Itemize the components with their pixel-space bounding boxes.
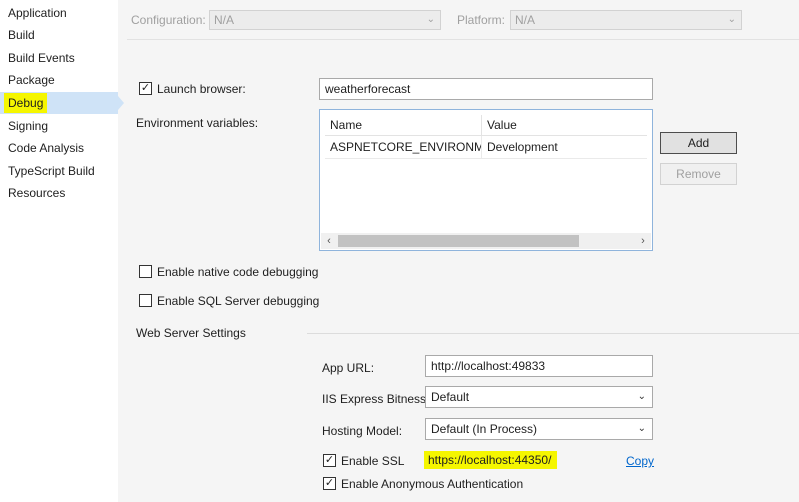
column-header-value[interactable]: Value: [482, 115, 647, 135]
chevron-down-icon: ⌄: [426, 14, 435, 25]
enable-ssl-label: Enable SSL: [341, 454, 405, 468]
ssl-url: https://localhost:44350/: [424, 451, 558, 469]
native-debugging-label: Enable native code debugging: [157, 265, 319, 279]
scroll-right-icon[interactable]: ›: [635, 233, 651, 249]
env-vars-grid[interactable]: Name Value ASPNETCORE_ENVIRONMENT Develo…: [319, 109, 653, 251]
platform-select[interactable]: N/A ⌄: [510, 10, 742, 30]
sidebar-item-application[interactable]: Application: [0, 2, 118, 24]
add-button[interactable]: Add: [660, 132, 737, 154]
native-debugging-checkbox[interactable]: [139, 265, 152, 278]
scroll-left-icon[interactable]: ‹: [321, 233, 337, 249]
sidebar-item-label: TypeScript Build: [8, 164, 95, 178]
horizontal-scrollbar[interactable]: ‹ ›: [321, 233, 651, 249]
chevron-down-icon: ⌄: [637, 391, 646, 402]
iis-bitness-label: IIS Express Bitness:: [322, 392, 430, 406]
configuration-label: Configuration:: [131, 13, 206, 27]
app-url-label: App URL:: [322, 361, 375, 375]
platform-label: Platform:: [457, 13, 506, 27]
hosting-model-select[interactable]: Default (In Process) ⌄: [425, 418, 653, 440]
iis-bitness-value: Default: [431, 390, 470, 404]
sidebar-item-resources[interactable]: Resources: [0, 182, 118, 204]
copy-link[interactable]: Copy: [626, 454, 654, 468]
hosting-model-value: Default (In Process): [431, 422, 538, 436]
sidebar-item-typescript-build[interactable]: TypeScript Build: [0, 160, 118, 182]
env-vars-label: Environment variables:: [136, 116, 259, 130]
checkmark-icon: ✓: [324, 454, 335, 466]
column-header-name[interactable]: Name: [325, 115, 481, 135]
hosting-model-label: Hosting Model:: [322, 424, 403, 438]
sql-debugging-label: Enable SQL Server debugging: [157, 294, 320, 308]
scrollbar-thumb[interactable]: [338, 235, 579, 247]
sidebar-item-label: Signing: [8, 119, 49, 133]
sql-debugging-checkbox[interactable]: [139, 294, 152, 307]
launch-browser-label: Launch browser:: [157, 82, 246, 96]
configuration-select[interactable]: N/A ⌄: [209, 10, 441, 30]
sidebar-item-label: Code Analysis: [8, 141, 85, 155]
sidebar-item-build[interactable]: Build: [0, 24, 118, 46]
iis-bitness-select[interactable]: Default ⌄: [425, 386, 653, 408]
app-url-value: http://localhost:49833: [431, 359, 546, 373]
sidebar: Application Build Build Events Package D…: [0, 0, 124, 502]
sidebar-item-signing[interactable]: Signing: [0, 115, 118, 137]
sidebar-item-label: Build: [8, 28, 35, 42]
sidebar-item-label: Build Events: [8, 51, 75, 65]
launch-browser-url-value: weatherforecast: [325, 82, 411, 96]
launch-browser-checkbox[interactable]: ✓: [139, 82, 152, 95]
chevron-down-icon: ⌄: [727, 14, 736, 25]
platform-value: N/A: [515, 13, 536, 27]
checkmark-icon: ✓: [140, 82, 151, 94]
chevron-down-icon: ⌄: [637, 423, 646, 434]
launch-browser-url-input[interactable]: weatherforecast: [319, 78, 653, 100]
anonymous-auth-checkbox[interactable]: ✓: [323, 477, 336, 490]
sidebar-item-label: Resources: [8, 186, 66, 200]
configuration-value: N/A: [214, 13, 235, 27]
divider: [307, 333, 799, 334]
enable-ssl-checkbox[interactable]: ✓: [323, 454, 336, 467]
sidebar-item-label: Application: [8, 6, 67, 20]
divider: [127, 39, 799, 40]
anonymous-auth-label: Enable Anonymous Authentication: [341, 477, 524, 491]
table-row[interactable]: ASPNETCORE_ENVIRONMENT Development: [325, 136, 647, 159]
remove-button[interactable]: Remove: [660, 163, 737, 185]
grid-header: Name Value: [325, 115, 647, 136]
sidebar-item-label: Package: [8, 73, 55, 87]
sidebar-item-package[interactable]: Package: [0, 69, 118, 91]
checkmark-icon: ✓: [324, 477, 335, 489]
web-server-settings-heading: Web Server Settings: [136, 326, 246, 340]
sidebar-item-build-events[interactable]: Build Events: [0, 47, 118, 69]
sidebar-item-code-analysis[interactable]: Code Analysis: [0, 137, 118, 159]
env-var-name[interactable]: ASPNETCORE_ENVIRONMENT: [325, 136, 481, 158]
env-var-value[interactable]: Development: [482, 136, 647, 158]
sidebar-item-debug[interactable]: Debug: [0, 92, 124, 114]
app-url-input[interactable]: http://localhost:49833: [425, 355, 653, 377]
sidebar-item-label: Debug: [4, 93, 48, 113]
